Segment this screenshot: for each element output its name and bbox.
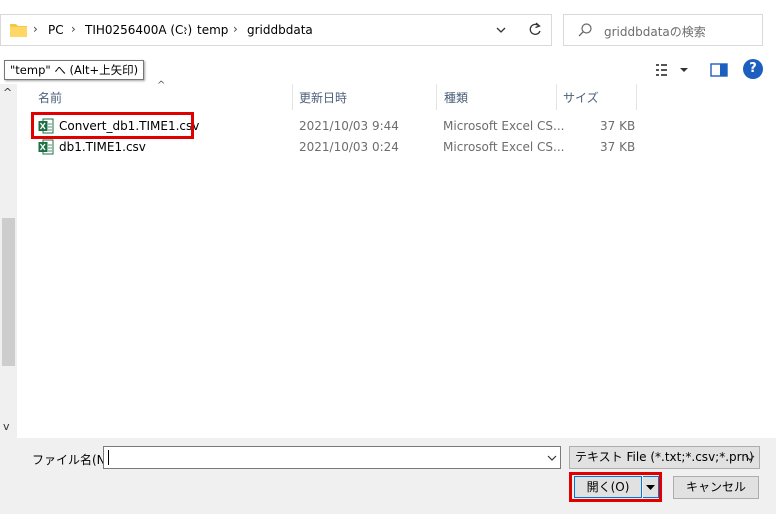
open-button-label: 開く(O) <box>586 480 630 494</box>
breadcrumb-pc[interactable]: PC <box>48 23 64 37</box>
chevron-right-icon: › <box>71 22 76 36</box>
file-name[interactable]: db1.TIME1.csv <box>59 140 146 154</box>
open-options-button[interactable] <box>643 476 659 498</box>
file-row[interactable]: db1.TIME1.csv 2021/10/03 0:24 Microsoft … <box>35 137 775 157</box>
text-caret <box>108 450 109 465</box>
refresh-button[interactable] <box>521 14 552 46</box>
highlight-annotation <box>31 112 194 139</box>
column-divider[interactable] <box>556 84 557 110</box>
breadcrumb-griddbdata[interactable]: griddbdata <box>247 23 313 37</box>
chevron-down-icon[interactable] <box>743 450 757 466</box>
file-type: Microsoft Excel CS... <box>443 140 565 154</box>
column-header-date[interactable]: 更新日時 <box>299 89 347 106</box>
chevron-right-icon: › <box>33 22 38 36</box>
view-options-button[interactable] <box>650 60 694 80</box>
caret-down-icon <box>646 485 655 490</box>
file-size: 37 KB <box>600 119 636 133</box>
preview-pane-icon <box>710 63 728 77</box>
search-placeholder: griddbdataの検索 <box>604 25 706 39</box>
scroll-up-icon[interactable]: ^ <box>3 86 12 99</box>
chevron-right-icon: › <box>233 22 238 36</box>
column-header-size[interactable]: サイズ <box>563 89 599 106</box>
chevron-down-icon[interactable] <box>492 21 510 39</box>
sort-ascending-icon: ^ <box>157 80 166 91</box>
folder-icon <box>10 24 27 37</box>
file-size: 37 KB <box>600 140 636 154</box>
file-type-select[interactable]: テキスト File (*.txt;*.csv;*.prn) <box>569 446 760 469</box>
refresh-icon <box>529 22 541 35</box>
cancel-button[interactable]: キャンセル <box>673 476 759 499</box>
details-view-icon <box>656 64 688 76</box>
excel-csv-icon <box>38 139 54 155</box>
search-icon <box>578 23 592 37</box>
column-divider[interactable] <box>636 84 637 110</box>
column-divider[interactable] <box>292 84 293 110</box>
column-divider[interactable] <box>436 84 437 110</box>
chevron-right-icon: › <box>183 22 188 36</box>
scroll-down-icon[interactable]: v <box>3 420 10 433</box>
column-header-type[interactable]: 種類 <box>444 89 468 106</box>
open-button[interactable]: 開く(O) <box>574 476 642 498</box>
chevron-down-icon[interactable] <box>544 450 560 466</box>
up-tooltip: "temp" へ (Alt+上矢印) <box>4 60 145 80</box>
filename-input[interactable] <box>103 446 561 469</box>
help-button[interactable]: ? <box>743 59 763 79</box>
preview-pane-button[interactable] <box>708 60 730 80</box>
column-header-name[interactable]: 名前 <box>38 89 62 106</box>
help-icon: ? <box>749 61 757 76</box>
file-type: Microsoft Excel CS... <box>443 119 565 133</box>
file-date: 2021/10/03 9:44 <box>299 119 399 133</box>
breadcrumb-drive[interactable]: TIH0256400A (C:) <box>85 23 192 37</box>
file-date: 2021/10/03 0:24 <box>299 140 399 154</box>
file-type-value: テキスト File (*.txt;*.csv;*.prn) <box>575 450 754 464</box>
breadcrumb-temp[interactable]: temp <box>197 23 228 37</box>
scrollbar-thumb[interactable] <box>2 218 15 366</box>
cancel-button-label: キャンセル <box>685 480 746 494</box>
